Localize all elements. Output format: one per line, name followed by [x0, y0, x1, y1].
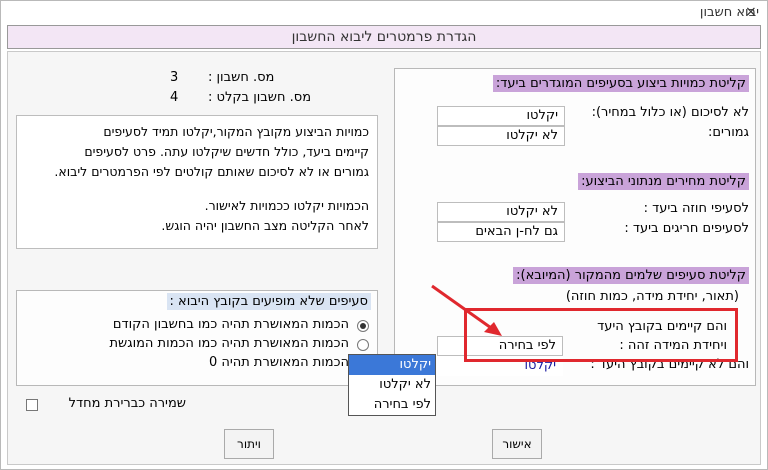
cancel-button[interactable]: ויתור	[224, 429, 274, 459]
header-title: הגדרת פרמטרים ליבוא החשבון	[291, 29, 477, 45]
info-line-5: לאחר הקליטה מצב החשבון יהיה הוגש.	[161, 218, 369, 233]
close-icon[interactable]: ×	[745, 4, 757, 20]
info-line-4: הכמויות יקלטו ככמויות לאישור.	[204, 198, 369, 213]
info-line-1: כמויות הביצוע מקובץ המקור,יקלטו תמיד לסע…	[103, 124, 369, 139]
contract-items-field[interactable]: לא יקלטו	[437, 202, 565, 222]
missing-items-title: סעיפים שלא מופיעים בקובץ היבוא :	[166, 293, 371, 310]
option-submitted-quantity: הכמות המאושרת תהיה כמו הכמות המוגשת	[109, 336, 349, 351]
dialog-body: 3 מס. חשבון : 4 מס. חשבון בקלט : כמויות …	[7, 51, 761, 465]
import-account-window: יבוא חשבון × הגדרת פרמטרים ליבוא החשבון …	[0, 0, 768, 470]
choice-dropdown-list[interactable]: יקלטו לא יקלטו לפי בחירה	[348, 354, 436, 416]
section-quantities-title: קליטת כמויות ביצוע בסעיפים המוגדרים ביעד…	[492, 75, 749, 92]
dropdown-option-import[interactable]: יקלטו	[349, 355, 435, 375]
info-line-3: גמורים או לא לסיכום שאותם קולטים לפי הפר…	[54, 164, 369, 179]
header-bar: הגדרת פרמטרים ליבוא החשבון	[7, 25, 761, 49]
dropdown-option-by-choice[interactable]: לפי בחירה	[349, 395, 435, 415]
section-prices-title: קליטת מחירים מנתוני הביצוע:	[578, 173, 749, 190]
account-no-label: מס. חשבון :	[208, 70, 275, 85]
option-zero-quantity: הכמות המאושרת תהיה 0	[208, 355, 349, 370]
info-text-box: כמויות הביצוע מקובץ המקור,יקלטו תמיד לסע…	[16, 115, 378, 249]
radio-previous-account[interactable]	[357, 320, 369, 332]
info-line-2: קיימים ביעד, כולל חדשים שיקלטו עתה. פרט …	[84, 144, 369, 159]
exceptional-items-field[interactable]: גם לח-ן הבאים	[437, 222, 565, 242]
not-for-summary-field[interactable]: יקלטו	[437, 106, 565, 126]
completed-field[interactable]: לא יקלטו	[437, 126, 565, 146]
red-arrow-icon	[431, 284, 502, 336]
title-bar: יבוא חשבון ×	[1, 1, 767, 25]
account-no-value: 3	[170, 70, 179, 85]
completed-label: גמורים:	[708, 125, 749, 140]
dropdown-option-no-import[interactable]: לא יקלטו	[349, 375, 435, 395]
contract-items-label: לסעיפי חוזה ביעד :	[643, 201, 749, 216]
full-items-subtitle: (תאור, יחידת מידה, כמות חוזה)	[565, 289, 739, 304]
section-full-items-title: קליטת סעיפים שלמים מהמקור (המיובא):	[513, 267, 749, 284]
missing-items-panel: סעיפים שלא מופיעים בקובץ היבוא : הכמות ה…	[16, 290, 378, 386]
not-for-summary-label: לא לסיכום (או כלול במחיר):	[591, 105, 749, 120]
input-account-value: 4	[170, 90, 179, 105]
radio-submitted-quantity[interactable]	[357, 339, 369, 351]
save-default-label: שמירה כברירת מחדל	[68, 396, 186, 411]
exceptional-items-label: לסעיפים חריגים ביעד :	[624, 221, 749, 236]
input-account-label: מס. חשבון בקלט :	[208, 90, 312, 105]
save-default-checkbox[interactable]	[26, 399, 38, 411]
ok-button[interactable]: אישור	[492, 429, 542, 459]
option-previous-account: הכמות המאושרת תהיה כמו בחשבון הקודם	[112, 317, 349, 332]
